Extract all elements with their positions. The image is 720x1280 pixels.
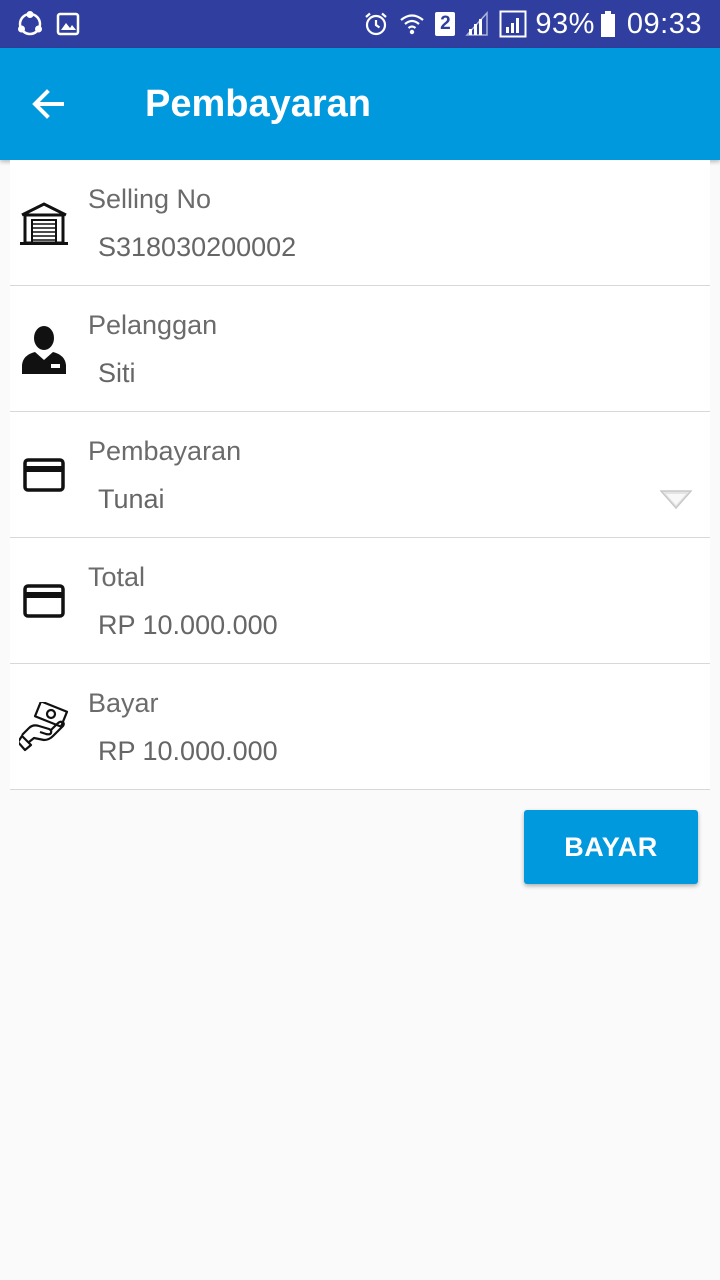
clock: 09:33 [626,7,702,40]
paid-row: Bayar RP 10.000.000 [10,664,710,790]
customer-value: Siti [98,358,136,388]
credit-card-icon [18,412,70,537]
paid-label: Bayar [88,688,159,718]
customer-label: Pelanggan [88,310,218,340]
selling-no-value: S318030200002 [98,232,297,262]
status-bar: 2 93% 09:33 [0,0,720,48]
warehouse-icon [18,160,70,285]
payment-form: Selling No S318030200002 Pelanggan Siti … [10,160,710,790]
total-value: RP 10.000.000 [98,610,278,640]
person-icon [18,286,70,411]
credit-card-icon [18,538,70,663]
selling-no-row: Selling No S318030200002 [10,160,710,286]
selling-no-label: Selling No [88,184,212,214]
dropdown-arrow-icon[interactable] [659,490,693,515]
customer-row: Pelanggan Siti [10,286,710,412]
alarm-icon [363,11,389,37]
paid-value[interactable]: RP 10.000.000 [98,736,278,767]
status-bar-notifications [16,10,92,38]
payment-method-label: Pembayaran [88,436,242,466]
page-title: Pembayaran [145,82,372,125]
signal-icon [465,11,489,37]
battery-icon [600,11,615,37]
image-icon [56,12,80,36]
wifi-icon [399,11,425,37]
app-bar: Pembayaran [0,48,720,160]
cash-hand-icon [18,664,70,789]
total-row: Total RP 10.000.000 [10,538,710,664]
sim-slot-badge: 2 [435,12,456,36]
total-label: Total [88,562,146,592]
sync-icon [16,10,44,38]
arrow-back-icon [30,86,66,122]
status-bar-system: 2 93% 09:33 [353,8,702,41]
pay-button[interactable]: BAYAR [524,810,698,884]
signal-icon [499,10,527,38]
payment-method-select[interactable]: Tunai [98,484,165,515]
payment-method-row[interactable]: Pembayaran Tunai [10,412,710,538]
back-button[interactable] [0,48,96,160]
battery-percent: 93% [535,7,595,40]
